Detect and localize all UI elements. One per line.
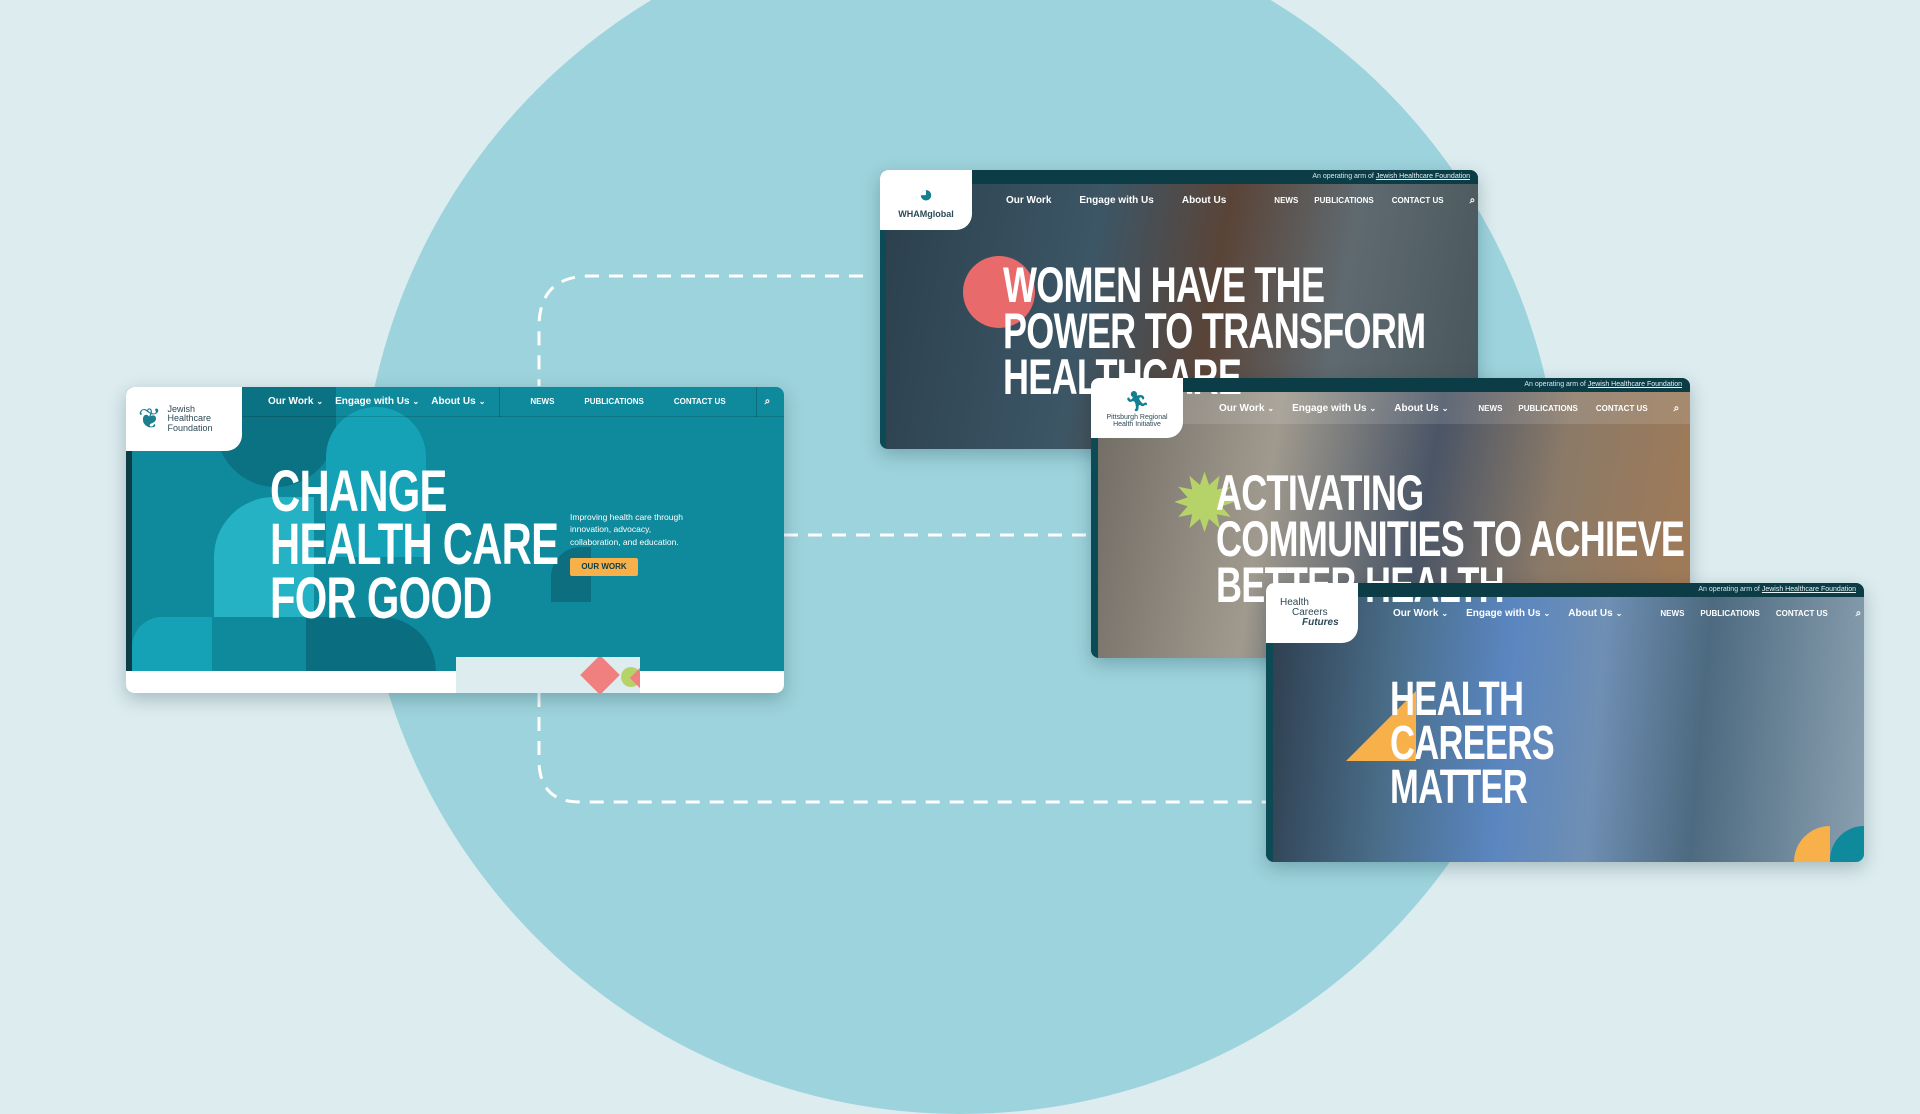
nav-about[interactable]: About Us ⌄ bbox=[1568, 608, 1622, 619]
nav-our-work[interactable]: Our Work ⌄ bbox=[1219, 403, 1274, 414]
nav-our-work[interactable]: Our Work ⌄ bbox=[268, 396, 323, 407]
jhf-website-card[interactable]: ❦ Jewish Healthcare Foundation Our Work ⌄… bbox=[126, 387, 784, 693]
search-icon[interactable]: ⌕ bbox=[1856, 608, 1862, 619]
nav-contact[interactable]: CONTACT US bbox=[674, 397, 726, 406]
nav-engage[interactable]: Engage with Us ⌄ bbox=[1292, 403, 1376, 414]
search-icon[interactable]: ⌕ bbox=[1674, 403, 1680, 414]
nav-our-work[interactable]: Our Work ⌄ bbox=[1393, 608, 1448, 619]
nav-news[interactable]: NEWS bbox=[1478, 404, 1502, 413]
nav-publications[interactable]: PUBLICATIONS bbox=[584, 397, 643, 406]
nav-engage[interactable]: Engage with Us ⌄ bbox=[335, 396, 419, 407]
wham-logo[interactable]: ◕ WHAMglobal bbox=[880, 170, 972, 230]
jhf-headline: CHANGE HEALTH CARE FOR GOOD bbox=[270, 459, 559, 631]
nav-publications[interactable]: PUBLICATIONS bbox=[1518, 404, 1577, 413]
jhf-logo[interactable]: ❦ Jewish Healthcare Foundation bbox=[126, 387, 242, 451]
nav-news[interactable]: NEWS bbox=[530, 397, 554, 406]
tree-logo-icon: ❦ bbox=[138, 403, 162, 435]
nav-publications[interactable]: PUBLICATIONS bbox=[1314, 196, 1373, 205]
nav-news[interactable]: NEWS bbox=[1274, 196, 1298, 205]
nav-news[interactable]: NEWS bbox=[1660, 609, 1684, 618]
connector-to-hcf bbox=[537, 693, 1266, 804]
runner-logo-icon: 🏃︎ bbox=[1124, 390, 1150, 413]
search-icon[interactable]: ⌕ bbox=[765, 396, 771, 407]
wham-figure-icon: ◕ bbox=[918, 181, 934, 208]
prhi-logo[interactable]: 🏃︎ Pittsburgh Regional Health Initiative bbox=[1091, 378, 1183, 438]
nav-engage[interactable]: Engage with Us ⌄ bbox=[1466, 608, 1550, 619]
connector-to-wham bbox=[537, 274, 863, 386]
nav-about[interactable]: About Us bbox=[1182, 195, 1226, 206]
hcf-website-card[interactable]: An operating arm of Jewish Healthcare Fo… bbox=[1266, 583, 1864, 862]
our-work-button[interactable]: OUR WORK bbox=[570, 558, 638, 576]
search-icon[interactable]: ⌕ bbox=[1470, 195, 1476, 206]
nav-contact[interactable]: CONTACT US bbox=[1392, 196, 1444, 205]
decorative-pattern bbox=[456, 657, 640, 693]
hcf-headline: HEALTH CAREERS MATTER bbox=[1390, 673, 1555, 815]
jhf-link[interactable]: Jewish Healthcare Foundation bbox=[1376, 173, 1470, 180]
nav-engage[interactable]: Engage with Us bbox=[1079, 195, 1153, 206]
nav-contact[interactable]: CONTACT US bbox=[1776, 609, 1828, 618]
nav-about[interactable]: About Us ⌄ bbox=[1394, 403, 1448, 414]
nav-contact[interactable]: CONTACT US bbox=[1596, 404, 1648, 413]
hcf-logo[interactable]: Health Careers Futures bbox=[1266, 583, 1358, 643]
nav-our-work[interactable]: Our Work bbox=[1006, 195, 1051, 206]
jhf-link[interactable]: Jewish Healthcare Foundation bbox=[1588, 381, 1682, 388]
jhf-link[interactable]: Jewish Healthcare Foundation bbox=[1762, 586, 1856, 593]
jhf-tagline: Improving health care through innovation… bbox=[570, 512, 683, 547]
nav-publications[interactable]: PUBLICATIONS bbox=[1700, 609, 1759, 618]
nav-about[interactable]: About Us ⌄ bbox=[431, 396, 485, 407]
